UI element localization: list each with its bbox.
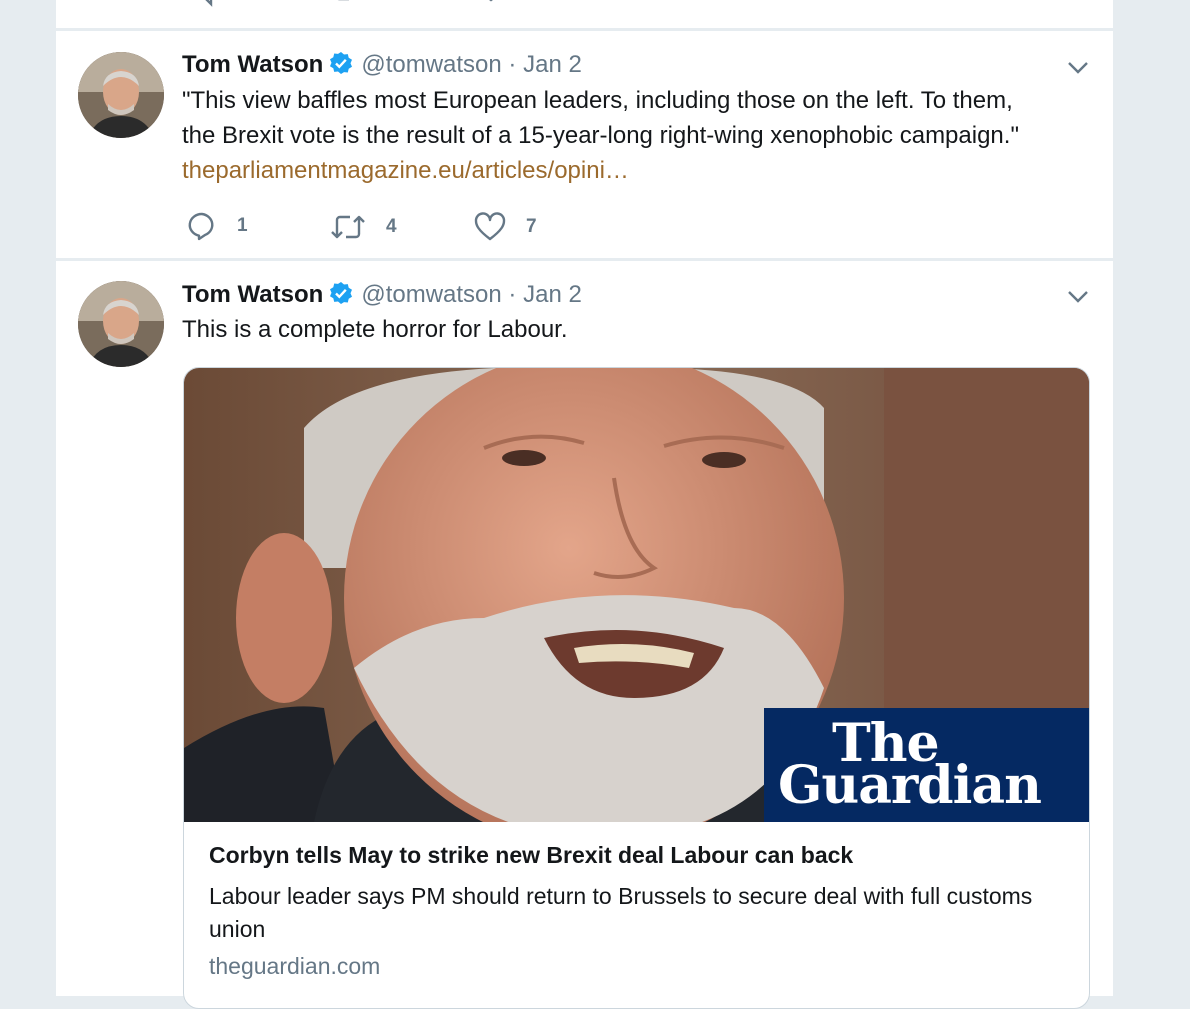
- chevron-down-icon[interactable]: [1066, 284, 1090, 308]
- avatar[interactable]: [78, 281, 164, 367]
- author-name[interactable]: Tom Watson: [182, 281, 323, 308]
- verified-badge-icon: [330, 282, 353, 304]
- card-domain: theguardian.com: [209, 953, 381, 979]
- guardian-logo-line: Guardian: [778, 755, 1042, 816]
- card-title: Corbyn tells May to strike new Brexit de…: [209, 842, 854, 868]
- author-handle[interactable]: @tomwatson: [361, 281, 501, 308]
- tweet-header: Tom Watson @tomwatson · Jan 2: [182, 281, 582, 309]
- link-card[interactable]: The Guardian Corbyn tells May to strike …: [183, 367, 1090, 1009]
- guardian-logo: The Guardian: [764, 708, 1089, 822]
- tweet-date[interactable]: Jan 2: [523, 281, 582, 308]
- card-description: Labour leader says PM should return to B…: [209, 883, 1033, 942]
- tweet-text: This is a complete horror for Labour.: [182, 316, 568, 343]
- card-image: The Guardian: [184, 368, 1089, 822]
- tweet[interactable]: Tom Watson @tomwatson · Jan 2 This is a c…: [56, 0, 1113, 1009]
- separator-dot: ·: [508, 281, 517, 308]
- timeline: Tom Watson @tomwatson · Jan 2 "This view …: [56, 0, 1113, 1009]
